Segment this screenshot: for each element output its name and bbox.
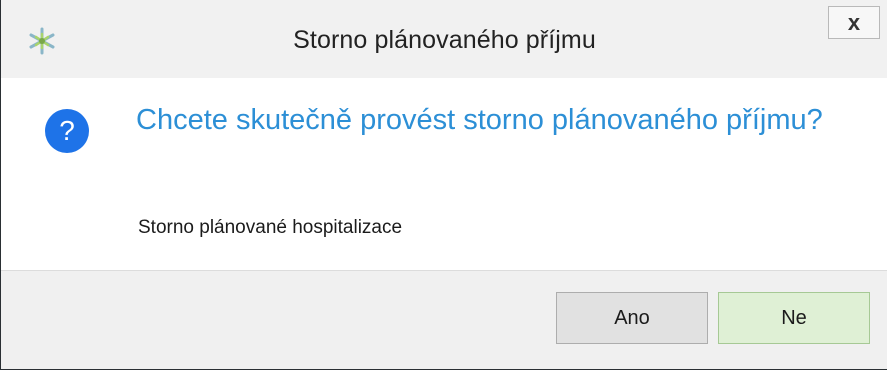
button-bar: Ano Ne <box>1 270 887 369</box>
close-button[interactable]: x <box>828 6 880 39</box>
question-text: Chcete skutečně provést storno plánované… <box>136 104 823 136</box>
yes-button[interactable]: Ano <box>556 292 708 344</box>
close-icon: x <box>847 9 861 35</box>
title-bar[interactable]: Storno plánovaného příjmu x <box>1 0 887 78</box>
question-icon: ? <box>45 109 89 153</box>
dialog-window: Storno plánovaného příjmu x ? Chcete sku… <box>0 0 887 370</box>
no-button[interactable]: Ne <box>718 292 870 344</box>
detail-text: Storno plánované hospitalizace <box>138 217 403 238</box>
message-area: ? Chcete skutečně provést storno plánova… <box>1 78 887 270</box>
dialog-title: Storno plánovaného příjmu <box>293 26 596 54</box>
